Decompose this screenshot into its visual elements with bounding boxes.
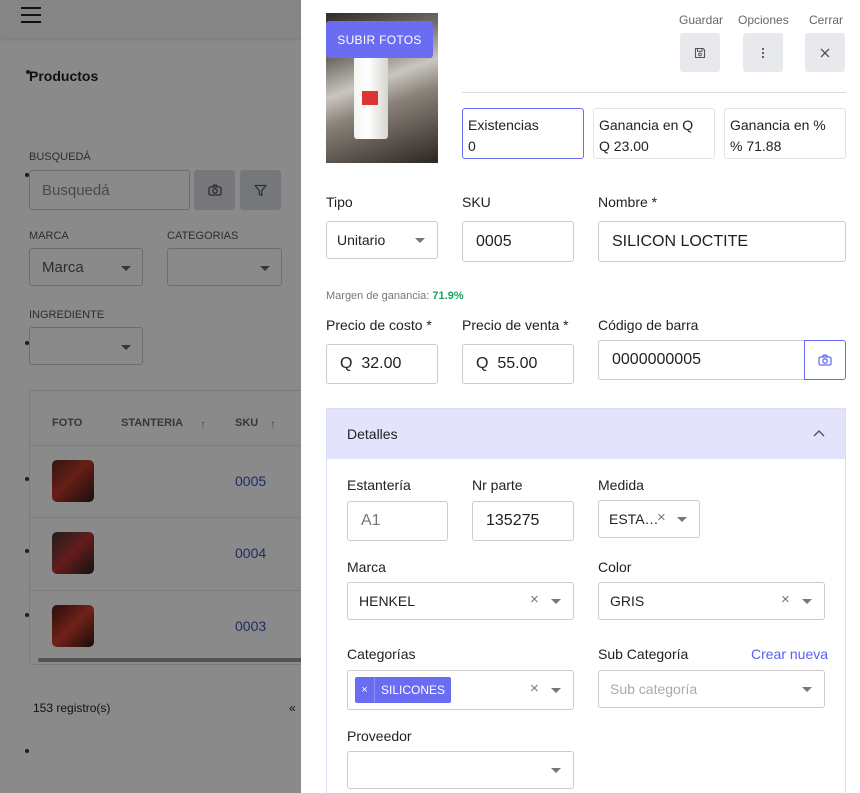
save-button[interactable] <box>680 33 720 72</box>
medida-select-value: ESTA… <box>609 511 659 527</box>
close-label: Cerrar <box>809 13 844 27</box>
categorias-select[interactable]: × SILICONES × <box>347 670 574 710</box>
chevron-up-icon[interactable] <box>813 429 825 437</box>
stat-label: Ganancia en Q <box>599 117 694 133</box>
sub-categoria-select[interactable]: Sub categoría <box>598 670 825 708</box>
chevron-down-icon <box>415 238 425 243</box>
color-label: Color <box>598 559 632 575</box>
medida-label: Medida <box>598 477 644 493</box>
scan-barcode-button[interactable] <box>804 340 846 380</box>
stat-label: Ganancia en % <box>730 117 826 133</box>
tipo-label: Tipo <box>326 194 353 210</box>
stat-ganancia-q: Ganancia en Q Q 23.00 <box>593 108 715 159</box>
close-icon <box>820 48 830 57</box>
chevron-down-icon <box>802 599 812 604</box>
precio-costo-input[interactable] <box>326 344 438 384</box>
stat-label: Existencias <box>468 117 539 133</box>
medida-select[interactable]: ESTA… × <box>598 500 700 538</box>
details-title: Detalles <box>347 426 398 442</box>
nr-parte-input[interactable] <box>472 501 574 541</box>
margin-info: Margen de ganancia: 71.9% <box>326 290 464 302</box>
category-chip: × SILICONES <box>355 677 452 703</box>
create-subcategory-link[interactable]: Crear nueva <box>751 646 828 662</box>
options-label: Opciones <box>738 13 789 27</box>
proveedor-label: Proveedor <box>347 728 412 744</box>
stat-value: 0 <box>468 138 476 154</box>
nombre-input[interactable] <box>598 221 846 262</box>
clear-icon[interactable]: × <box>657 509 666 526</box>
codigo-barra-input[interactable] <box>598 340 805 380</box>
divider <box>462 92 846 93</box>
save-icon <box>694 47 706 58</box>
margin-label: Margen de ganancia: <box>326 290 430 302</box>
marca-select[interactable]: HENKEL × <box>347 582 574 620</box>
details-header[interactable]: Detalles <box>327 409 845 459</box>
clear-icon[interactable]: × <box>781 591 790 608</box>
clear-icon[interactable]: × <box>530 680 539 697</box>
more-vertical-icon <box>761 47 765 58</box>
save-label: Guardar <box>679 13 724 27</box>
marca-label: Marca <box>347 559 386 575</box>
nombre-label: Nombre * <box>598 194 658 210</box>
marca-select-value: HENKEL <box>359 593 416 609</box>
chevron-down-icon <box>677 517 687 522</box>
options-button[interactable] <box>743 33 783 72</box>
chevron-down-icon <box>551 768 561 773</box>
stat-existencias: Existencias 0 <box>462 108 584 159</box>
chevron-down-icon <box>551 688 561 693</box>
sku-input[interactable] <box>462 221 574 262</box>
chip-label: SILICONES <box>381 683 446 697</box>
estanteria-input[interactable] <box>347 501 448 541</box>
chevron-down-icon <box>802 687 812 692</box>
details-panel: Detalles Estantería Nr parte Medida ESTA… <box>326 408 846 793</box>
tipo-select[interactable]: Unitario <box>326 221 438 259</box>
proveedor-select[interactable] <box>347 751 574 789</box>
product-edit-drawer: SUBIR FOTOS Guardar Opciones Cerrar Exis… <box>301 0 860 793</box>
stat-value: Q 23.00 <box>599 138 649 154</box>
upload-photos-button[interactable]: SUBIR FOTOS <box>326 21 433 58</box>
codigo-barra-label: Código de barra <box>598 317 699 333</box>
sub-categoria-label: Sub Categoría <box>598 646 689 662</box>
stat-ganancia-percent: Ganancia en % % 71.88 <box>724 108 846 159</box>
precio-costo-label: Precio de costo * <box>326 317 432 333</box>
color-select[interactable]: GRIS × <box>598 582 825 620</box>
margin-value: 71.9% <box>432 290 464 302</box>
sub-categoria-placeholder: Sub categoría <box>610 681 698 697</box>
nr-parte-label: Nr parte <box>472 477 523 493</box>
chevron-down-icon <box>551 599 561 604</box>
sku-label: SKU <box>462 194 491 210</box>
estanteria-label: Estantería <box>347 477 411 493</box>
clear-icon[interactable]: × <box>530 591 539 608</box>
close-button[interactable] <box>805 33 845 72</box>
chip-remove-icon[interactable]: × <box>355 677 375 703</box>
color-select-value: GRIS <box>610 593 645 609</box>
categorias-label: Categorías <box>347 646 416 662</box>
camera-icon <box>818 354 832 366</box>
precio-venta-input[interactable] <box>462 344 574 384</box>
precio-venta-label: Precio de venta * <box>462 317 569 333</box>
tipo-select-value: Unitario <box>337 232 386 248</box>
stat-value: % 71.88 <box>730 138 782 154</box>
